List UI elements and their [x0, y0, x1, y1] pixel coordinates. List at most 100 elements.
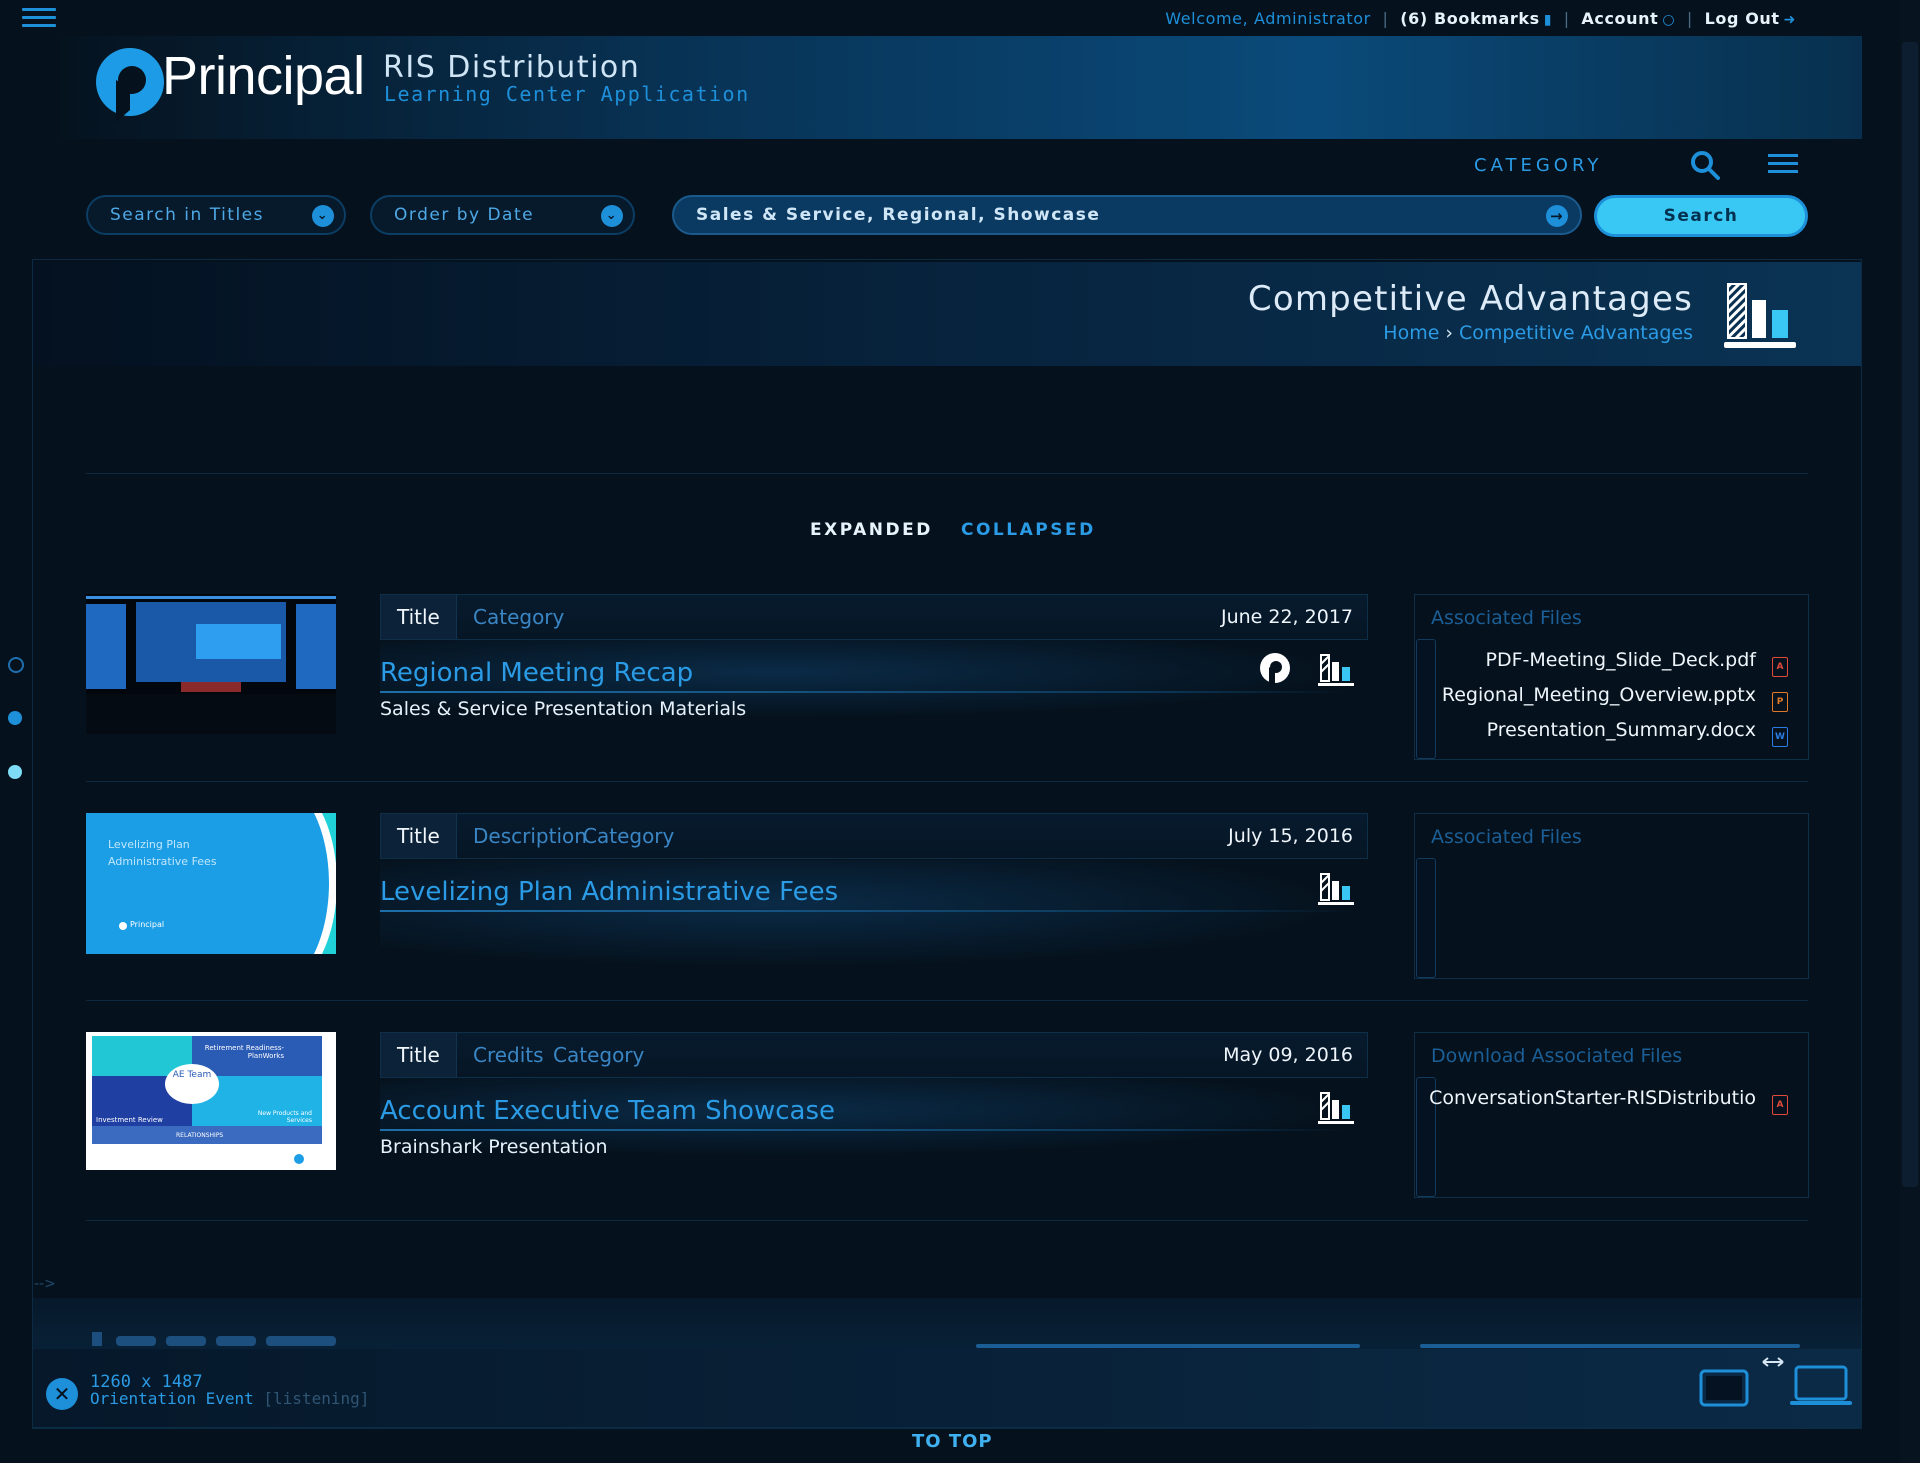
to-top-link[interactable]: TO TOP — [912, 1431, 993, 1452]
search-in-value: Search in Titles — [110, 205, 264, 225]
search-query-value: Sales & Service, Regional, Showcase — [696, 205, 1101, 225]
logout-icon[interactable]: ➜ — [1784, 12, 1796, 28]
brand-wordmark[interactable]: Principal — [162, 45, 365, 107]
tab-category[interactable]: Category — [537, 1033, 660, 1077]
tab-category[interactable]: Category — [457, 595, 580, 639]
category-menu-label[interactable]: CATEGORY — [1474, 155, 1602, 176]
associated-files-panel: Associated Files — [1414, 813, 1809, 979]
file-name: Regional_Meeting_Overview.pptx — [1441, 684, 1756, 706]
side-nav-dot[interactable] — [8, 711, 22, 725]
tablet-icon[interactable] — [1698, 1368, 1750, 1408]
file-name: ConversationStarter-RISDistributio — [1429, 1087, 1756, 1109]
principal-logo-icon[interactable] — [1258, 652, 1292, 690]
category-menu-icon[interactable] — [1768, 154, 1798, 174]
item-title-link[interactable]: Levelizing Plan Administrative Fees — [380, 877, 838, 907]
thumb-label: AE Team — [172, 1070, 212, 1080]
pdf-file-icon: A — [1772, 1095, 1788, 1115]
user-bar: Welcome, Administrator | (6) Bookmarks ▮ … — [1165, 9, 1796, 28]
thumb-text: Levelizing Plan — [108, 838, 190, 851]
search-icon[interactable] — [1690, 150, 1720, 180]
app-title: RIS Distribution — [383, 50, 641, 85]
item-thumbnail[interactable] — [86, 594, 336, 734]
device-info-panel — [33, 1349, 1861, 1427]
orientation-state: [listening] — [263, 1389, 370, 1408]
app-subtitle: Learning Center Application — [384, 82, 750, 106]
arrow-right-icon[interactable]: → — [1546, 205, 1568, 227]
breadcrumb-current[interactable]: Competitive Advantages — [1459, 322, 1693, 344]
item-thumbnail[interactable]: Retirement Readiness-PlanWorks AE Team I… — [86, 1032, 336, 1170]
thumb-label: Retirement Readiness-PlanWorks — [204, 1044, 284, 1060]
files-scrollbar[interactable] — [1416, 858, 1436, 978]
divider — [86, 1220, 1808, 1221]
next-section-heading — [86, 1320, 346, 1346]
swap-arrows-icon[interactable] — [1760, 1356, 1786, 1368]
account-link[interactable]: Account — [1581, 9, 1658, 28]
principal-logo-icon[interactable] — [86, 40, 174, 128]
breadcrumb: Home › Competitive Advantages — [1383, 322, 1693, 344]
item-title-link[interactable]: Account Executive Team Showcase — [380, 1096, 835, 1126]
files-scrollbar[interactable] — [1416, 639, 1436, 759]
files-heading: Associated Files — [1431, 826, 1582, 848]
user-icon[interactable]: ○ — [1662, 12, 1675, 28]
item-thumbnail[interactable]: Levelizing Plan Administrative Fees Prin… — [86, 813, 336, 954]
search-query-input[interactable]: Sales & Service, Regional, Showcase → — [672, 195, 1582, 235]
logout-link[interactable]: Log Out — [1705, 9, 1780, 28]
associated-files-panel: Download Associated Files ConversationSt… — [1414, 1032, 1809, 1198]
file-name: Presentation_Summary.docx — [1486, 719, 1756, 741]
close-icon[interactable]: ✕ — [46, 1378, 78, 1410]
separator: | — [1686, 9, 1693, 28]
tab-title[interactable]: Title — [381, 1033, 457, 1077]
thumb-label: New Products and Services — [257, 1110, 312, 1124]
file-link[interactable]: PDF-Meeting_Slide_Deck.pdf A — [1486, 649, 1788, 677]
files-heading: Associated Files — [1431, 607, 1582, 629]
thumb-label: Investment Review — [96, 1116, 163, 1124]
search-button[interactable]: Search — [1594, 195, 1808, 237]
page-scrollbar-thumb[interactable] — [1902, 42, 1918, 1187]
comment-arrow: --> — [34, 1276, 56, 1292]
view-collapsed-toggle[interactable]: COLLAPSED — [961, 520, 1096, 540]
order-by-select[interactable]: Order by Date ⌄ — [370, 195, 635, 235]
chevron-right-icon: › — [1445, 322, 1454, 344]
divider — [86, 473, 1808, 474]
side-nav-dot[interactable] — [8, 765, 22, 779]
divider — [380, 1129, 1350, 1131]
next-section-control[interactable] — [1420, 1344, 1800, 1348]
chevron-down-icon[interactable]: ⌄ — [312, 205, 334, 227]
item-tabs: Title Credits Category May 09, 2016 — [380, 1032, 1368, 1078]
laptop-icon[interactable] — [1788, 1364, 1854, 1408]
bar-chart-icon[interactable] — [1318, 1090, 1356, 1126]
side-nav-dot[interactable] — [8, 657, 24, 673]
thumb-logo-text: Principal — [130, 920, 165, 929]
divider — [86, 781, 1808, 782]
pptx-file-icon: P — [1772, 692, 1788, 712]
orientation-status: Orientation Event [listening] — [90, 1389, 369, 1408]
bookmark-icon[interactable]: ▮ — [1544, 12, 1552, 28]
breadcrumb-home[interactable]: Home — [1383, 322, 1439, 344]
bookmarks-link[interactable]: (6) Bookmarks — [1400, 9, 1539, 28]
tab-title[interactable]: Title — [381, 814, 457, 858]
chevron-down-icon[interactable]: ⌄ — [601, 205, 623, 227]
next-section-control[interactable] — [976, 1344, 1360, 1348]
tab-title[interactable]: Title — [381, 595, 457, 639]
pdf-file-icon: A — [1772, 657, 1788, 677]
item-date: June 22, 2017 — [1220, 606, 1353, 628]
files-heading: Download Associated Files — [1431, 1045, 1683, 1067]
bar-chart-icon — [1724, 280, 1800, 350]
file-link[interactable]: ConversationStarter-RISDistributio A — [1429, 1087, 1788, 1115]
tab-category[interactable]: Category — [567, 814, 690, 858]
item-tabs: Title Description Category July 15, 2016 — [380, 813, 1368, 859]
item-tabs: Title Category June 22, 2017 — [380, 594, 1368, 640]
view-expanded-toggle[interactable]: EXPANDED — [810, 520, 933, 540]
main-menu-icon[interactable] — [22, 8, 56, 30]
bar-chart-icon[interactable] — [1318, 652, 1356, 688]
orientation-label: Orientation Event — [90, 1389, 254, 1408]
associated-files-panel: Associated Files PDF-Meeting_Slide_Deck.… — [1414, 594, 1809, 760]
search-in-select[interactable]: Search in Titles ⌄ — [86, 195, 346, 235]
thumb-text: Administrative Fees — [108, 855, 217, 868]
item-title-link[interactable]: Regional Meeting Recap — [380, 658, 693, 688]
file-link[interactable]: Regional_Meeting_Overview.pptx P — [1442, 684, 1788, 712]
file-link[interactable]: Presentation_Summary.docx W — [1487, 719, 1788, 747]
divider — [380, 910, 1350, 912]
bar-chart-icon[interactable] — [1318, 871, 1356, 907]
file-name: PDF-Meeting_Slide_Deck.pdf — [1485, 649, 1756, 671]
